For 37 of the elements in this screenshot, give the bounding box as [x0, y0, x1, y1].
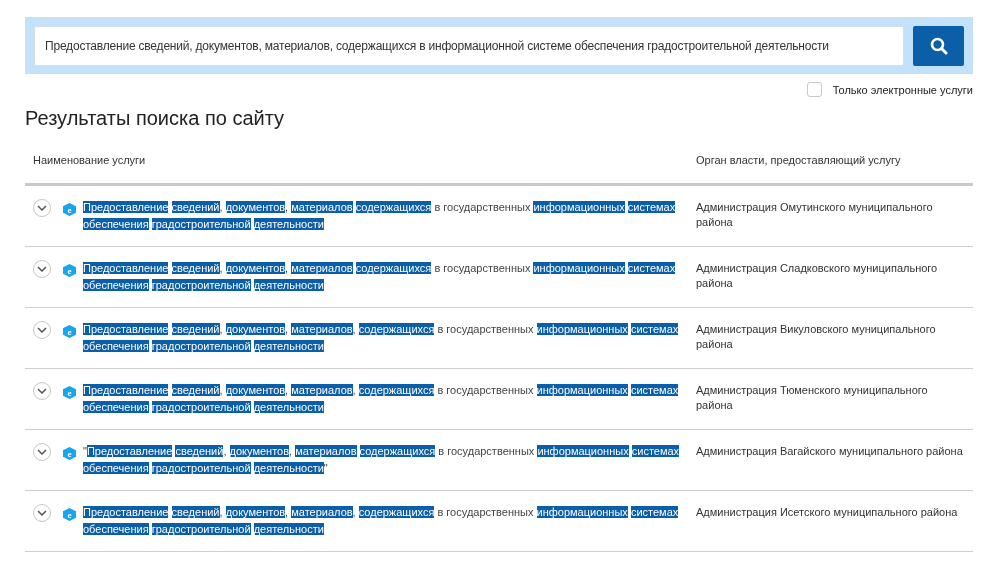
- chevron-icon: [37, 327, 47, 333]
- agency-name: Администрация Исетского муниципального района: [696, 505, 959, 520]
- electronic-service-icon: e: [63, 264, 76, 277]
- checkbox[interactable]: [806, 82, 822, 97]
- column-header: Орган власти, предоставляющий услугу: [696, 154, 902, 166]
- chevron-icon: [37, 205, 47, 211]
- search-icon: [929, 37, 948, 55]
- column-header: Наименование услуги: [33, 154, 147, 166]
- search-button[interactable]: [913, 26, 964, 66]
- checkbox-label: Только электронные услуги: [832, 83, 973, 96]
- expand-button[interactable]: [33, 321, 51, 339]
- service-link[interactable]: Предоставление сведений, документов, материалов содержащихся в государственных информационных системах обеспечения градостроительной деятельности: [83, 199, 696, 233]
- chevron-icon: [37, 510, 47, 516]
- page-title: Результаты поиска по сайту: [25, 107, 286, 130]
- search-field[interactable]: Предоставление сведений, документов, материалов, содержащихся в информационной системе обеспечения градостроительной деятельности: [34, 26, 904, 66]
- expand-button[interactable]: [33, 504, 51, 522]
- agency-name: Администрация Тюменского муниципального района: [696, 383, 929, 413]
- expand-button[interactable]: [33, 443, 51, 461]
- chevron-icon: [37, 449, 47, 455]
- electronic-service-icon: e: [63, 386, 76, 399]
- service-link[interactable]: Предоставление сведений, документов, материалов, содержащихся в государственных информационных системах обеспечения градостроительной деятельности: [83, 321, 696, 355]
- chevron-icon: [37, 388, 47, 394]
- agency-name: Администрация Викуловского муниципального района: [696, 322, 937, 352]
- electronic-service-icon: e: [63, 508, 76, 521]
- agency-name: Администрация Сладковского муниципального района: [696, 261, 939, 291]
- expand-button[interactable]: [33, 382, 51, 400]
- agency-name: Администрация Вагайского муниципального района: [696, 444, 964, 459]
- agency-name: Администрация Омутинского муниципального района: [696, 200, 934, 230]
- electronic-service-icon: e: [63, 203, 76, 216]
- electronic-service-icon: e: [63, 447, 76, 460]
- expand-button[interactable]: [33, 260, 51, 278]
- expand-button[interactable]: [33, 199, 51, 217]
- electronic-service-icon: e: [63, 325, 76, 338]
- service-link[interactable]: Предоставление сведений, документов, материалов, содержащихся в государственных информационных системах обеспечения градостроительной деятельности: [83, 382, 696, 416]
- chevron-icon: [37, 266, 47, 272]
- service-link[interactable]: Предоставление сведений, документов, материалов содержащихся в государственных информационных системах обеспечения градостроительной деятельности: [83, 260, 696, 294]
- service-link[interactable]: Предоставление сведений, документов, материалов, содержащихся в государственных информационных системах обеспечения градостроительной деятельности: [83, 504, 696, 538]
